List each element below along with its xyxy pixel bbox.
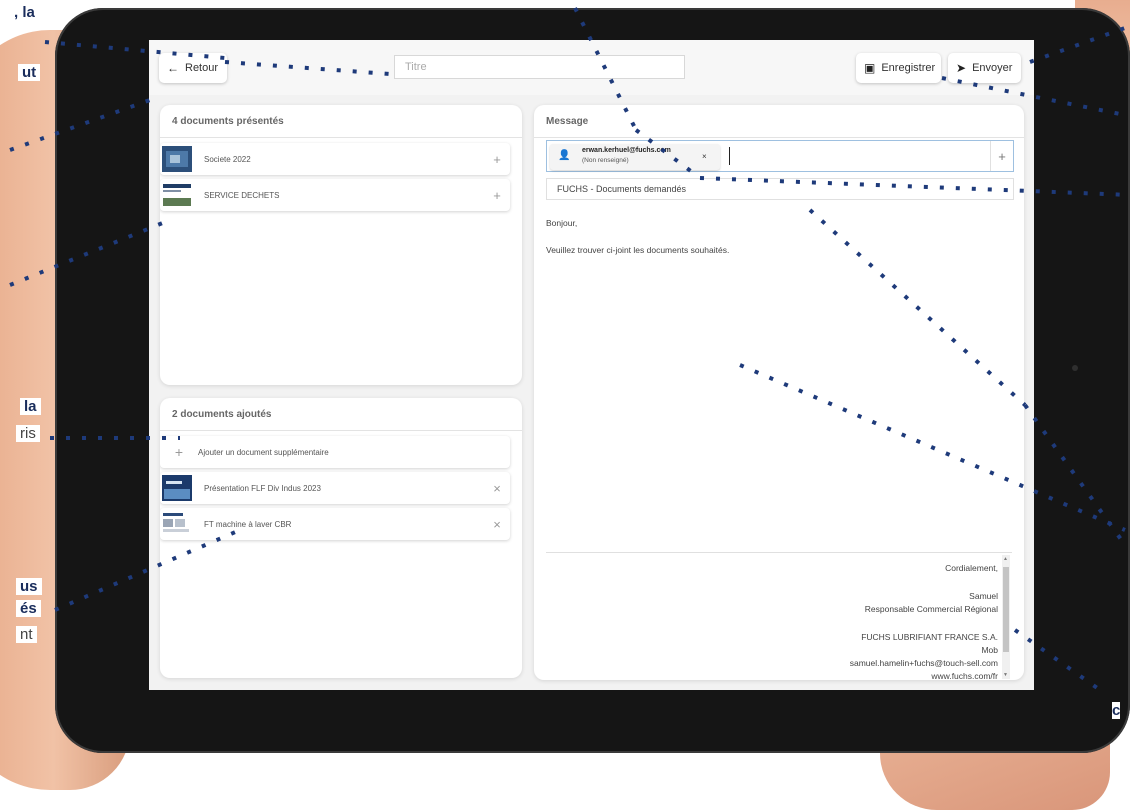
added-documents-panel: 2 documents ajoutés + Ajouter un documen… [160,398,522,678]
signature-box[interactable]: Cordialement, Samuel Responsable Commerc… [546,552,1012,680]
remove-document-icon[interactable]: × [484,481,510,496]
camera [1072,365,1078,371]
add-document-icon[interactable]: + [484,152,510,167]
document-thumbnail [162,146,192,172]
document-label: FT machine à laver CBR [204,519,292,529]
save-button[interactable]: ▣ Enregistrer [856,53,941,83]
add-document-icon[interactable]: + [484,188,510,203]
callout-fragment: és [16,600,41,617]
send-icon: ➤ [956,61,967,75]
signature-line: Responsable Commercial Régional [864,604,998,614]
document-label: SERVICE DECHETS [204,190,280,200]
signature-line: Mob [981,645,998,655]
signature-scrollbar[interactable]: ▲ ▼ [1002,555,1010,679]
scroll-down-icon[interactable]: ▼ [1003,672,1008,678]
scroll-thumb[interactable] [1003,567,1009,652]
back-button[interactable]: ← Retour [159,53,227,83]
callout-fragment: ut [18,64,41,81]
message-panel: Message 👤 erwan.kerhuel@fuchs.com (Non r… [534,105,1024,680]
plus-icon: + [174,444,184,460]
message-greeting[interactable]: Bonjour, [546,218,577,228]
added-document-item[interactable]: Présentation FLF Div Indus 2023 × [160,472,510,504]
document-thumbnail [162,475,192,501]
app-screen: ← Retour ▣ Enregistrer ➤ Envoyer 4 docum… [149,40,1034,690]
callout-fragment: nt [16,626,37,643]
subject-field[interactable]: FUCHS - Documents demandés [546,178,1014,200]
document-label: Societe 2022 [204,154,251,164]
send-button[interactable]: ➤ Envoyer [948,53,1021,83]
document-thumbnail [162,182,192,208]
recipient-chip[interactable]: 👤 erwan.kerhuel@fuchs.com (Non renseigné… [550,144,720,170]
signature-line: FUCHS LUBRIFIANT FRANCE S.A. [861,632,998,642]
document-label: Présentation FLF Div Indus 2023 [204,483,321,493]
add-document-row[interactable]: + Ajouter un document supplémentaire [160,436,510,468]
signature-line: www.fuchs.com/fr [931,671,998,680]
text-cursor [729,147,730,165]
document-thumbnail [162,511,192,537]
remove-document-icon[interactable]: × [484,517,510,532]
send-label: Envoyer [972,62,1013,74]
callout-fragment: la [20,398,41,415]
back-label: Retour [185,62,219,74]
scroll-up-icon[interactable]: ▲ [1003,556,1008,562]
arrow-left-icon: ← [167,61,179,75]
presented-document-item[interactable]: Societe 2022 + [160,143,510,175]
add-recipient-button[interactable]: + [990,141,1013,171]
message-header: Message [534,105,1024,138]
signature-line: samuel.hamelin+fuchs@touch-sell.com [849,658,998,668]
presented-documents-panel: 4 documents présentés Societe 2022 + SER… [160,105,522,385]
callout-fragment: c [1112,702,1121,719]
presented-documents-header: 4 documents présentés [160,105,522,138]
user-icon: 👤 [558,150,571,161]
recipient-field[interactable]: 👤 erwan.kerhuel@fuchs.com (Non renseigné… [546,140,1014,172]
callout-fragment: ris [16,425,40,442]
title-input[interactable] [394,55,685,79]
recipient-status: (Non renseigné) [582,157,629,164]
signature-line: Cordialement, [945,563,998,573]
add-document-label: Ajouter un document supplémentaire [198,447,329,457]
signature-line: Samuel [969,591,998,601]
save-icon: ▣ [864,61,876,75]
callout-fragment: , la [10,4,39,21]
save-label: Enregistrer [881,62,936,74]
callout-fragment: us [16,578,42,595]
remove-recipient-icon[interactable]: × [702,152,707,161]
added-document-item[interactable]: FT machine à laver CBR × [160,508,510,540]
recipient-email: erwan.kerhuel@fuchs.com [582,147,671,154]
presented-document-item[interactable]: SERVICE DECHETS + [160,179,510,211]
message-body[interactable]: Veuillez trouver ci-joint les documents … [546,245,729,255]
added-documents-header: 2 documents ajoutés [160,398,522,431]
